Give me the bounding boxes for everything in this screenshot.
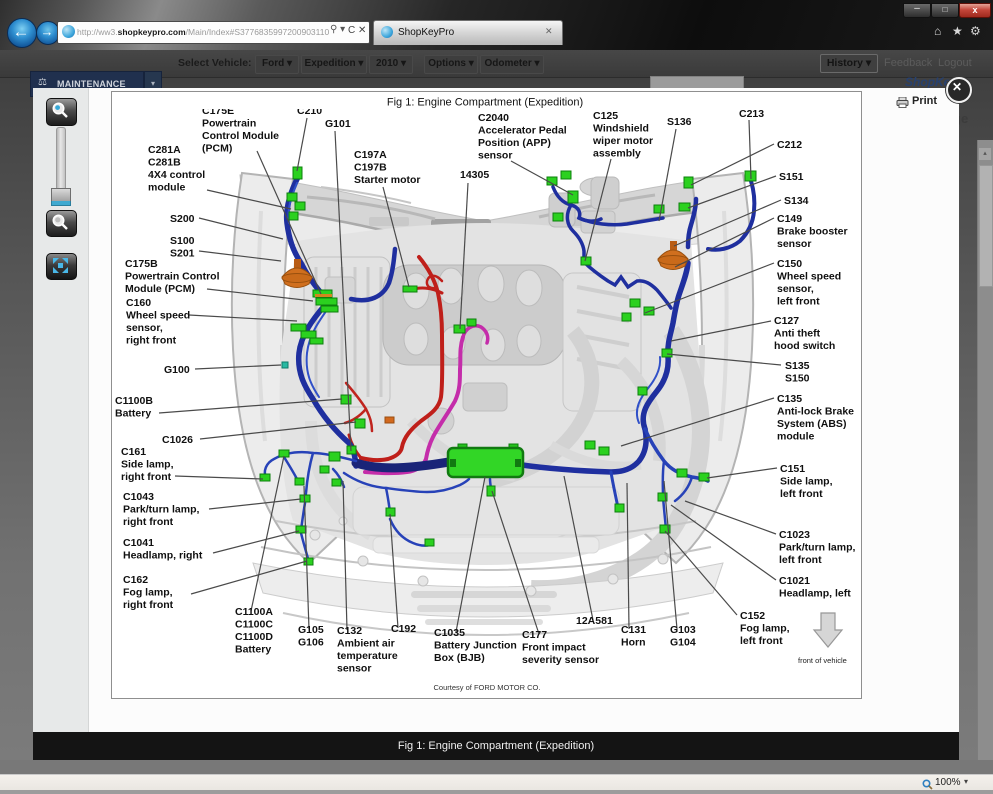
svg-text:C161Side lamp,right front: C161Side lamp,right front bbox=[121, 446, 174, 483]
svg-text:C281AC281B4X4 controlmodule: C281AC281B4X4 controlmodule bbox=[148, 144, 205, 194]
svg-text:C125Windshieldwiper motorassem: C125Windshieldwiper motorassembly bbox=[592, 110, 653, 160]
svg-text:C131Horn: C131Horn bbox=[621, 624, 646, 649]
svg-text:C1023Park/turn lamp,left front: C1023Park/turn lamp,left front bbox=[779, 529, 856, 566]
svg-text:G101: G101 bbox=[325, 118, 351, 130]
svg-text:C127Anti thefthood switch: C127Anti thefthood switch bbox=[774, 315, 835, 352]
svg-text:C177Front impactseverity senso: C177Front impactseverity sensor bbox=[522, 629, 599, 666]
svg-text:front of vehicle: front of vehicle bbox=[798, 656, 847, 665]
svg-text:S136: S136 bbox=[667, 116, 692, 128]
svg-text:S135S150: S135S150 bbox=[785, 360, 810, 385]
svg-text:S200: S200 bbox=[170, 213, 195, 225]
svg-text:C213: C213 bbox=[739, 108, 764, 120]
svg-text:C175BPowertrain ControlModule: C175BPowertrain ControlModule (PCM) bbox=[125, 258, 220, 295]
svg-text:C2040Accelerator PedalPosition: C2040Accelerator PedalPosition (APP)sens… bbox=[478, 112, 567, 162]
svg-text:C192: C192 bbox=[391, 623, 416, 635]
svg-text:C212: C212 bbox=[777, 139, 802, 151]
svg-text:C150Wheel speedsensor,left fro: C150Wheel speedsensor,left front bbox=[777, 258, 841, 308]
svg-text:C175EPowertrainControl Module(: C175EPowertrainControl Module(PCM) bbox=[202, 105, 279, 155]
svg-text:G105G106: G105G106 bbox=[298, 624, 324, 649]
svg-text:G103G104: G103G104 bbox=[670, 624, 696, 649]
svg-text:S100S201: S100S201 bbox=[170, 235, 195, 260]
svg-text:C160Wheel speedsensor,right fr: C160Wheel speedsensor,right front bbox=[126, 297, 190, 347]
svg-text:Courtesy of FORD MOTOR CO.: Courtesy of FORD MOTOR CO. bbox=[434, 683, 541, 692]
svg-text:S151: S151 bbox=[779, 171, 804, 183]
svg-text:C132Ambient airtemperaturesens: C132Ambient airtemperaturesensor bbox=[337, 625, 398, 675]
svg-text:C1021Headlamp, left: C1021Headlamp, left bbox=[779, 575, 851, 600]
svg-text:12A581: 12A581 bbox=[576, 615, 613, 627]
svg-text:C197AC197BStarter motor: C197AC197BStarter motor bbox=[354, 149, 421, 186]
svg-text:C135Anti-lock BrakeSystem (ABS: C135Anti-lock BrakeSystem (ABS)module bbox=[777, 393, 854, 443]
svg-text:C1026: C1026 bbox=[162, 434, 193, 446]
svg-text:C149Brake boostersensor: C149Brake boostersensor bbox=[777, 213, 848, 250]
svg-text:C1100AC1100CC1100DBattery: C1100AC1100CC1100DBattery bbox=[235, 606, 273, 656]
svg-text:C1100BBattery: C1100BBattery bbox=[115, 395, 153, 420]
svg-text:G100: G100 bbox=[164, 364, 190, 376]
svg-text:C1035Battery JunctionBox (BJB): C1035Battery JunctionBox (BJB) bbox=[434, 627, 517, 664]
svg-text:S134: S134 bbox=[784, 195, 809, 207]
svg-text:C152Fog lamp,left front: C152Fog lamp,left front bbox=[740, 610, 790, 647]
svg-text:C1043Park/turn lamp,right fron: C1043Park/turn lamp,right front bbox=[123, 491, 200, 528]
svg-text:C151Side lamp,left front: C151Side lamp,left front bbox=[780, 463, 833, 500]
svg-text:14305: 14305 bbox=[460, 169, 489, 181]
svg-text:Fig 1: Engine Compartment (Exp: Fig 1: Engine Compartment (Expedition) bbox=[387, 97, 583, 109]
svg-text:C1041Headlamp, right: C1041Headlamp, right bbox=[123, 537, 203, 562]
svg-text:C162Fog lamp,right front: C162Fog lamp,right front bbox=[123, 574, 174, 611]
